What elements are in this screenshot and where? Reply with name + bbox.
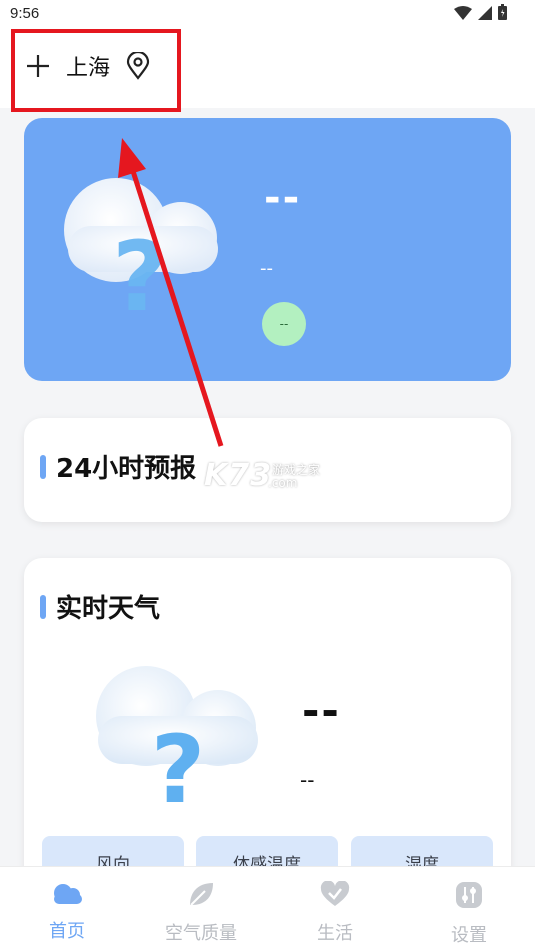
battery-icon — [498, 4, 507, 24]
svg-text:?: ? — [151, 716, 206, 808]
location-bar: 上海 — [26, 50, 150, 82]
nav-item-life[interactable]: 生活 — [290, 880, 380, 945]
realtime-section-title: 实时天气 — [40, 588, 160, 625]
hero-temperature: -- — [264, 175, 302, 221]
unknown-weather-icon: ? — [96, 666, 258, 808]
nav-label: 生活 — [317, 923, 353, 944]
status-icons — [454, 4, 507, 24]
forecast-section-title: 24小时预报 — [40, 448, 196, 485]
plus-icon[interactable] — [26, 54, 50, 78]
cloud-icon — [50, 881, 84, 909]
realtime-card: 实时天气 ? -- -- 风向 体感温度 湿度 — [24, 558, 511, 888]
nav-item-settings[interactable]: 设置 — [424, 881, 514, 947]
forecast-title: 24小时预报 — [56, 454, 197, 484]
nav-label: 空气质量 — [165, 923, 237, 944]
svg-text:?: ? — [112, 221, 168, 333]
wifi-icon — [454, 5, 472, 24]
signal-icon — [478, 5, 492, 24]
watermark-domain: .com — [268, 476, 298, 490]
unknown-weather-icon: ? — [64, 178, 218, 333]
watermark-brand: K73 — [204, 458, 272, 493]
heart-check-icon — [320, 880, 350, 911]
realtime-condition: -- — [300, 768, 315, 792]
status-time: 9:56 — [10, 5, 40, 22]
hero-weather-card[interactable]: ? -- -- -- — [24, 118, 511, 381]
location-pin-icon[interactable] — [126, 52, 150, 80]
nav-item-home[interactable]: 首页 — [22, 881, 112, 943]
realtime-title: 实时天气 — [56, 594, 161, 624]
aqi-badge[interactable]: -- — [262, 302, 306, 346]
nav-label: 设置 — [451, 925, 487, 946]
bottom-nav: 首页 空气质量 生活 设置 — [0, 866, 535, 951]
nav-item-air-quality[interactable]: 空气质量 — [156, 881, 246, 945]
status-bar: 9:56 — [0, 0, 535, 28]
nav-label: 首页 — [49, 921, 85, 942]
hero-condition: -- — [260, 258, 273, 279]
city-name[interactable]: 上海 — [66, 50, 110, 82]
title-accent-bar — [40, 594, 46, 619]
leaf-icon — [187, 881, 215, 911]
header: 上海 — [0, 28, 535, 108]
title-accent-bar — [40, 454, 46, 479]
realtime-temperature: -- — [302, 686, 341, 735]
sliders-icon — [455, 881, 483, 913]
